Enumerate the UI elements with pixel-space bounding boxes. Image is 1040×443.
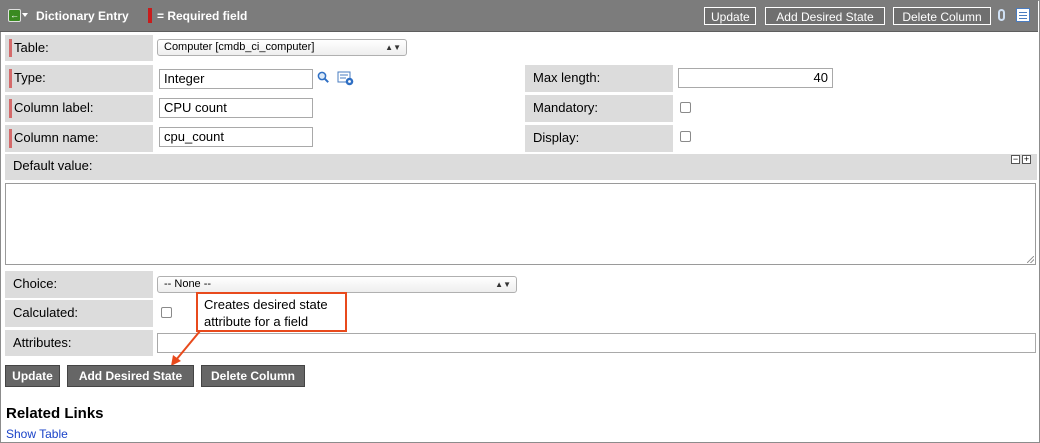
- table-select[interactable]: Computer [cmdb_ci_computer] ▲▼: [157, 39, 407, 56]
- required-bar-icon: [9, 99, 12, 118]
- table-label-cell: Table:: [5, 35, 153, 61]
- resize-grip-icon[interactable]: [1027, 256, 1034, 263]
- select-arrows-icon: ▲▼: [385, 43, 401, 52]
- max-length-label-cell: Max length:: [525, 65, 673, 92]
- required-legend: = Required field: [157, 9, 248, 23]
- required-bar-icon: [9, 39, 12, 57]
- calculated-label-cell: Calculated:: [5, 300, 153, 327]
- add-desired-state-button[interactable]: Add Desired State: [67, 365, 194, 387]
- required-bar-icon: [9, 129, 12, 148]
- mandatory-checkbox[interactable]: [680, 102, 691, 113]
- document-icon[interactable]: [1016, 8, 1030, 22]
- form-header: ← Dictionary Entry = Required field Upda…: [0, 0, 1038, 32]
- choice-label: Choice:: [13, 276, 58, 291]
- column-name-label: Column name:: [14, 130, 99, 145]
- column-label-label-cell: Column label:: [5, 95, 153, 122]
- max-length-input[interactable]: 40: [678, 68, 833, 88]
- expand-icon[interactable]: +: [1022, 155, 1031, 164]
- choice-select[interactable]: -- None -- ▲▼: [157, 276, 517, 293]
- back-arrow-icon[interactable]: ←: [8, 9, 21, 22]
- collapse-icon[interactable]: −: [1011, 155, 1020, 164]
- type-label-cell: Type:: [5, 65, 153, 92]
- callout-arrow-icon: [171, 330, 201, 366]
- attributes-label-cell: Attributes:: [5, 330, 153, 356]
- choice-select-value: -- None --: [164, 278, 212, 290]
- column-name-label-cell: Column name:: [5, 125, 153, 152]
- required-marker-icon: [148, 8, 152, 23]
- type-input[interactable]: Integer: [159, 69, 313, 89]
- search-icon[interactable]: [317, 71, 329, 83]
- type-label: Type:: [14, 70, 46, 85]
- show-table-link[interactable]: Show Table: [6, 427, 68, 441]
- column-name-input[interactable]: cpu_count: [159, 127, 313, 147]
- required-bar-icon: [9, 69, 12, 88]
- display-label-cell: Display:: [525, 125, 673, 152]
- attributes-input[interactable]: [157, 333, 1036, 353]
- header-add-desired-state-button[interactable]: Add Desired State: [765, 7, 885, 25]
- attachment-icon[interactable]: [998, 9, 1005, 21]
- attributes-label: Attributes:: [13, 335, 72, 350]
- delete-column-button[interactable]: Delete Column: [201, 365, 305, 387]
- default-value-textarea[interactable]: [5, 183, 1036, 265]
- mandatory-label: Mandatory:: [533, 100, 599, 115]
- mandatory-label-cell: Mandatory:: [525, 95, 673, 122]
- choice-label-cell: Choice:: [5, 271, 153, 298]
- context-menu-caret-icon[interactable]: [22, 13, 28, 17]
- display-checkbox[interactable]: [680, 131, 691, 142]
- default-value-label-cell: Default value:: [5, 154, 1037, 180]
- calculated-label: Calculated:: [13, 305, 79, 320]
- header-delete-column-button[interactable]: Delete Column: [893, 7, 991, 25]
- callout-line-2: attribute for a field: [204, 314, 309, 329]
- select-arrows-icon: ▲▼: [495, 280, 511, 289]
- default-value-label: Default value:: [13, 158, 93, 173]
- update-button[interactable]: Update: [5, 365, 60, 387]
- column-label-input[interactable]: CPU count: [159, 98, 313, 118]
- table-select-value: Computer [cmdb_ci_computer]: [164, 41, 315, 53]
- related-links-heading: Related Links: [6, 405, 104, 422]
- table-label: Table:: [14, 40, 49, 55]
- max-length-label: Max length:: [533, 70, 601, 85]
- calculated-checkbox[interactable]: [161, 307, 172, 318]
- form-title: Dictionary Entry: [36, 9, 129, 23]
- header-update-button[interactable]: Update: [704, 7, 756, 25]
- reference-lookup-icon[interactable]: [337, 71, 354, 86]
- display-label: Display:: [533, 130, 580, 145]
- callout-line-1: Creates desired state: [204, 297, 328, 312]
- column-label-label: Column label:: [14, 100, 94, 115]
